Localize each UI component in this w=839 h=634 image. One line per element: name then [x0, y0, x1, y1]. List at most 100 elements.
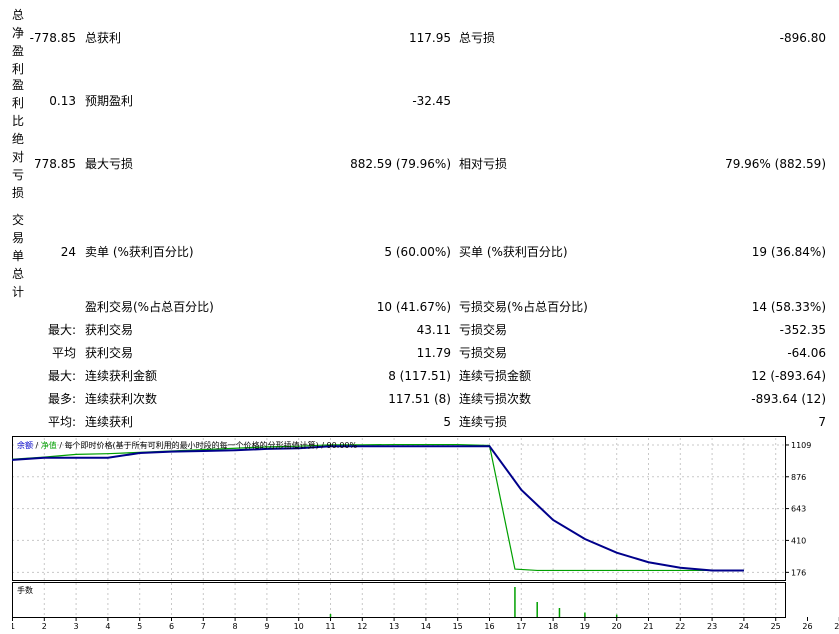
largest-profit-trade-value: 43.11: [416, 323, 451, 337]
x-tick-label: 7: [201, 622, 206, 630]
balance-chart-svg: 1109876643410176 1 2 3 4 5 6 7 8 9 10 11 12 13 14 15 16…: [0, 436, 839, 631]
chart-header: 余额 / 净值 / 每个即时价格(基于所有可利用的最小时段的每一个价格的分形插值…: [17, 440, 357, 450]
average-consecutive-prefix: 平均:: [47, 415, 76, 429]
x-tick-label: 14: [421, 622, 431, 630]
maximal-consecutive-profit-label: 连续获利次数: [85, 392, 158, 406]
x-tick-label: 10: [294, 622, 304, 630]
y-tick-label: 643: [791, 505, 806, 514]
equity-line: [0, 443, 744, 572]
y-tick-label: 410: [791, 536, 806, 545]
x-tick-label: 12: [357, 622, 367, 630]
x-tick-label: 19: [580, 622, 590, 630]
average-loss-trade-value: -64.06: [787, 346, 826, 360]
maximal-drawdown-value: 882.59 (79.96%): [350, 157, 451, 171]
x-tick-label: 8: [233, 622, 238, 630]
max-consecutive-profit-label: 连续获利金额: [85, 369, 158, 383]
x-tick-label: 4: [105, 622, 110, 630]
largest-prefix: 最大:: [47, 323, 76, 337]
largest-loss-trade-value: -352.35: [779, 323, 826, 337]
short-positions-label: 卖单 (%获利百分比): [85, 245, 194, 259]
gross-loss-label: 总亏损: [459, 31, 496, 45]
maximal-drawdown-label: 最大亏损: [85, 157, 134, 171]
volume-bars: [329, 587, 618, 617]
long-positions-value: 19 (36.84%): [751, 245, 826, 259]
max-consecutive-loss-value: 12 (-893.64): [751, 369, 826, 383]
expected-payoff-value: -32.45: [412, 94, 451, 108]
average-loss-trade-label: 亏损交易: [459, 346, 508, 360]
profit-factor-value: 0.13: [49, 94, 76, 108]
modelling-quality: 90.00%: [327, 441, 358, 450]
volume-plot-frame: [12, 582, 786, 618]
y-tick-label: 876: [791, 473, 806, 482]
x-tick-label: 6: [169, 622, 174, 630]
chart-series: [0, 443, 744, 572]
total-trades-label: 交易单总计: [12, 213, 25, 299]
expected-payoff-label: 预期盈利: [85, 94, 134, 108]
x-tick-label: 25: [771, 622, 781, 630]
max-consecutive-profit-value: 8 (117.51): [388, 369, 451, 383]
x-tick-label: 11: [325, 622, 335, 630]
x-tick-label: 20: [612, 622, 622, 630]
average-consecutive-wins-value: 5: [443, 415, 451, 429]
loss-trades-label: 亏损交易(%占总百分比): [459, 300, 588, 314]
maximal-consecutive-profit-value: 117.51 (8): [388, 392, 451, 406]
absolute-drawdown-value: 778.85: [34, 157, 76, 171]
total-net-profit-value: -778.85: [29, 31, 76, 45]
average-profit-trade-label: 获利交易: [85, 346, 134, 360]
x-tick-label: 24: [739, 622, 749, 630]
chart-grid: [12, 438, 785, 617]
x-tick-label: 17: [516, 622, 526, 630]
long-positions-label: 买单 (%获利百分比): [459, 245, 568, 259]
total-trades-value: 24: [60, 245, 76, 259]
relative-drawdown-label: 相对亏损: [459, 157, 508, 171]
x-tick-label: 1: [12, 622, 15, 630]
legend-sep-1: /: [33, 441, 41, 450]
legend-balance: 余额: [17, 440, 33, 450]
profit-trades-value: 10 (41.67%): [376, 300, 451, 314]
x-tick-label: 23: [707, 622, 717, 630]
absolute-drawdown-label: 绝对亏损: [12, 132, 25, 200]
short-positions-value: 5 (60.00%): [384, 245, 451, 259]
max-consecutive-loss-label: 连续亏损金额: [459, 369, 532, 383]
legend-equity: 净值: [41, 440, 57, 450]
x-tick-label: 9: [264, 622, 269, 630]
average-profit-trade-value: 11.79: [416, 346, 451, 360]
average-prefix: 平均: [51, 346, 76, 360]
x-tick-label: 18: [548, 622, 558, 630]
average-consecutive-wins-label: 连续获利: [85, 415, 134, 429]
maximal-consecutive-loss-value: -893.64 (12): [751, 392, 826, 406]
x-tick-label: 27: [834, 622, 839, 630]
maximal-prefix: 最多:: [47, 392, 76, 406]
legend-sep-3: /: [319, 441, 327, 450]
x-tick-label: 16: [484, 622, 494, 630]
y-axis: 1109 876 643 410 176: [785, 441, 811, 577]
volume-label: 手数: [17, 585, 33, 595]
profit-factor-label: 盈利比: [12, 78, 25, 128]
maximal-consecutive-loss-label: 连续亏损次数: [459, 392, 532, 406]
y-tick-label: 1109: [791, 441, 811, 450]
legend-sep-2: /: [57, 441, 65, 450]
largest-loss-trade-label: 亏损交易: [459, 323, 508, 337]
loss-trades-value: 14 (58.33%): [751, 300, 826, 314]
x-tick-label: 3: [74, 622, 79, 630]
x-tick-label: 21: [643, 622, 653, 630]
gross-profit-value: 117.95: [409, 31, 451, 45]
modelling-description: 每个即时价格(基于所有可利用的最小时段的每一个价格的分形插值计算): [65, 440, 319, 450]
gross-loss-value: -896.80: [779, 31, 826, 45]
total-net-profit-label: 总净盈利: [12, 8, 25, 76]
x-tick-label: 2: [42, 622, 47, 630]
relative-drawdown-value: 79.96% (882.59): [725, 157, 826, 171]
balance-chart: 1109 876 643 410 176 1 2 3 4 5 6 7 8 9 10 11 12 13 14 15 16…: [0, 436, 839, 631]
x-axis: 1 2 3 4 5 6 7 8 9 10 11 12 13 14 15 16 17 18 19 20 21 22 23 24 2…: [10, 617, 839, 631]
maximum-prefix: 最大:: [47, 369, 76, 383]
x-tick-label: 13: [389, 622, 399, 630]
x-tick-label: 22: [675, 622, 685, 630]
x-tick-label: 5: [137, 622, 142, 630]
gross-profit-label: 总获利: [85, 31, 122, 45]
average-consecutive-losses-label: 连续亏损: [459, 415, 508, 429]
x-tick-label: 26: [802, 622, 812, 630]
profit-trades-label: 盈利交易(%占总百分比): [85, 300, 214, 314]
x-tick-label: 15: [453, 622, 463, 630]
average-consecutive-losses-value: 7: [818, 415, 826, 429]
largest-profit-trade-label: 获利交易: [85, 323, 134, 337]
